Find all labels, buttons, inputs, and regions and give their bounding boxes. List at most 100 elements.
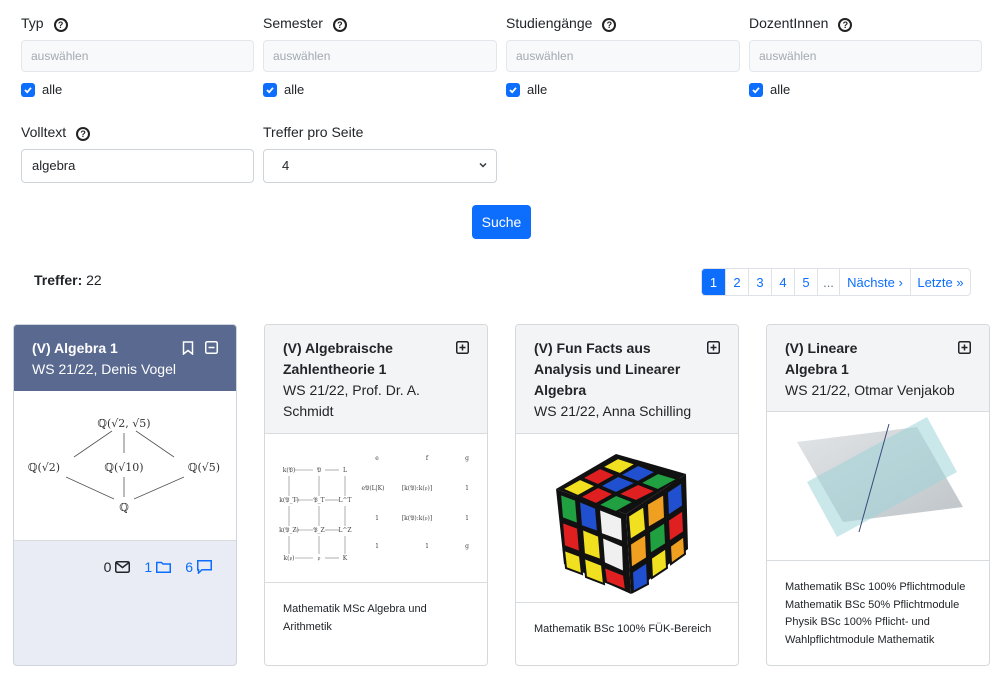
filter-studiengaenge-label: Studiengänge? [506,15,617,32]
study-program-line: Mathematik BSc 50% Pflichtmodule [785,598,960,611]
card-title[interactable]: (V) Algebraische Zahlentheorie 1 [283,338,448,380]
intersecting-planes-image [797,416,963,537]
card-header: (V) Lineare Algebra 1 WS 21/22, Otmar Ve… [767,325,989,412]
svg-text:k(𝔓_T): k(𝔓_T) [279,497,299,504]
card-subtitle: WS 21/22, Otmar Venjakob [785,382,955,398]
card-image: ℚ(√2, √5) ℚ(√2) ℚ(√10) ℚ(√5) ℚ [14,391,236,541]
course-card[interactable]: (V) Algebraische Zahlentheorie 1 WS 21/2… [264,324,488,666]
svg-text:f: f [426,455,429,462]
card-subtitle: WS 21/22, Denis Vogel [32,361,176,377]
diagram-node-right: ℚ(√5) [188,461,220,474]
volltext-input[interactable]: algebra [21,149,254,183]
svg-text:e: e [375,455,379,462]
checkbox-checked-icon[interactable] [506,82,520,97]
filter-semester-all-checkbox[interactable]: alle [263,82,304,97]
svg-text:g: g [465,455,469,462]
svg-text:k(𝔓): k(𝔓) [283,467,296,474]
svg-text:k(𝔭): k(𝔭) [283,555,294,562]
card-stats: 0 1 6 [14,541,236,575]
messages-count[interactable]: 0 [104,559,131,575]
pagination: 1 2 3 4 5 ... Nächste › Letzte » [701,268,971,296]
page-link-3[interactable]: 3 [748,269,771,295]
diagram-node-left: ℚ(√2) [28,461,60,474]
filter-dozentinnen-select[interactable]: auswählen [749,40,982,72]
search-button[interactable]: Suche [472,205,531,239]
page-link-5[interactable]: 5 [794,269,817,295]
course-card[interactable]: (V) Lineare Algebra 1 WS 21/22, Otmar Ve… [766,324,990,666]
bookmark-icon[interactable] [182,341,194,355]
last-page-link[interactable]: Letzte » [910,269,970,295]
filter-dozentinnen-label: DozentInnen? [749,15,853,32]
card-subtitle: WS 21/22, Prof. Dr. A. Schmidt [283,382,420,419]
diagram-node-top: ℚ(√2, √5) [97,417,150,430]
help-icon[interactable]: ? [53,18,68,32]
comments-count[interactable]: 6 [185,559,212,575]
rubiks-cube-image [556,453,688,594]
card-title[interactable]: (V) Fun Facts aus Analysis und Linearer … [534,338,699,401]
svg-text:𝔓_T: 𝔓_T [313,497,324,504]
filter-semester-select[interactable]: auswählen [263,40,497,72]
svg-text:L: L [343,467,347,474]
comment-icon [197,560,212,574]
svg-text:e𝔓(L|K): e𝔓(L|K) [362,485,385,492]
card-image [767,412,989,561]
page-ellipsis: ... [817,269,839,295]
svg-text:[k(𝔓):k(𝔭)]: [k(𝔓):k(𝔭)] [402,515,432,522]
field-extension-diagram: ℚ(√2, √5) ℚ(√2) ℚ(√10) ℚ(√5) ℚ [28,417,220,514]
card-footer: Mathematik MSc Algebra und Arithmetik [283,603,427,633]
commutative-diagram-image: k(𝔓) 𝔓 L k(𝔓_T) 𝔓_T L^T k(𝔓_Z) 𝔓_Z L^Z k(𝔭) 𝔭 K … [279,455,469,562]
filter-studiengaenge-all-checkbox[interactable]: alle [506,82,547,97]
help-icon[interactable]: ? [838,18,853,32]
study-program-line: Mathematik BSc 100% Pflichtmodule [785,581,966,593]
help-icon[interactable]: ? [76,127,91,141]
svg-text:1: 1 [465,515,469,522]
filter-typ-select[interactable]: auswählen [21,40,254,72]
diagram-node-mid: ℚ(√10) [104,461,143,474]
course-card[interactable]: (V) Fun Facts aus Analysis und Linearer … [515,324,739,666]
envelope-icon [115,561,131,573]
svg-text:𝔭: 𝔭 [318,555,321,562]
page-link-2[interactable]: 2 [725,269,748,295]
svg-text:L^T: L^T [338,497,351,504]
folders-count[interactable]: 1 [144,559,172,575]
card-image: k(𝔓) 𝔓 L k(𝔓_T) 𝔓_T L^T k(𝔓_Z) 𝔓_Z L^Z k(𝔭) 𝔭 K … [265,434,487,583]
card-footer: Mathematik BSc 100% Pflichtmodule Mathem… [767,561,989,665]
checkbox-checked-icon[interactable] [749,82,763,97]
chevron-down-icon [479,162,487,168]
svg-text:1: 1 [375,543,379,550]
card-title[interactable]: (V) Algebra 1 [32,338,197,359]
expand-plus-icon[interactable] [958,341,971,354]
expand-plus-icon[interactable] [456,341,469,354]
svg-text:1: 1 [465,485,469,492]
svg-text:1: 1 [425,543,429,550]
page-link-1[interactable]: 1 [702,269,725,295]
svg-text:K: K [343,555,348,562]
card-header: (V) Algebraische Zahlentheorie 1 WS 21/2… [265,325,487,434]
filter-typ-all-checkbox[interactable]: alle [21,82,62,97]
checkbox-checked-icon[interactable] [21,82,35,97]
checkbox-checked-icon[interactable] [263,82,277,97]
svg-text:g: g [465,543,469,550]
diagram-node-bottom: ℚ [119,501,129,514]
svg-text:1: 1 [375,515,379,522]
next-page-link[interactable]: Nächste › [839,269,910,295]
course-card[interactable]: (V) Algebra 1 WS 21/22, Denis Vogel ℚ(√2… [13,324,237,666]
hit-count: Treffer: 22 [34,272,102,288]
expand-plus-icon[interactable] [707,341,720,354]
card-title[interactable]: (V) Lineare Algebra 1 [785,338,895,380]
page-link-4[interactable]: 4 [771,269,794,295]
collapse-minus-icon[interactable] [205,341,218,354]
card-footer: Mathematik BSc 100% FÜK-Bereich [534,623,712,635]
filter-dozentinnen-all-checkbox[interactable]: alle [749,82,790,97]
svg-text:𝔓: 𝔓 [317,467,322,474]
help-icon[interactable]: ? [332,18,347,32]
help-icon[interactable]: ? [602,18,617,32]
card-subtitle: WS 21/22, Anna Schilling [534,403,692,419]
svg-text:L^Z: L^Z [338,527,351,534]
filter-typ-label: Typ? [21,15,68,32]
svg-text:[k(𝔓):k(𝔭)]: [k(𝔓):k(𝔭)] [402,485,432,492]
treffer-pro-seite-label: Treffer pro Seite [263,124,364,140]
card-header: (V) Fun Facts aus Analysis und Linearer … [516,325,738,434]
treffer-pro-seite-select[interactable]: 4 [263,149,497,183]
filter-studiengaenge-select[interactable]: auswählen [506,40,740,72]
